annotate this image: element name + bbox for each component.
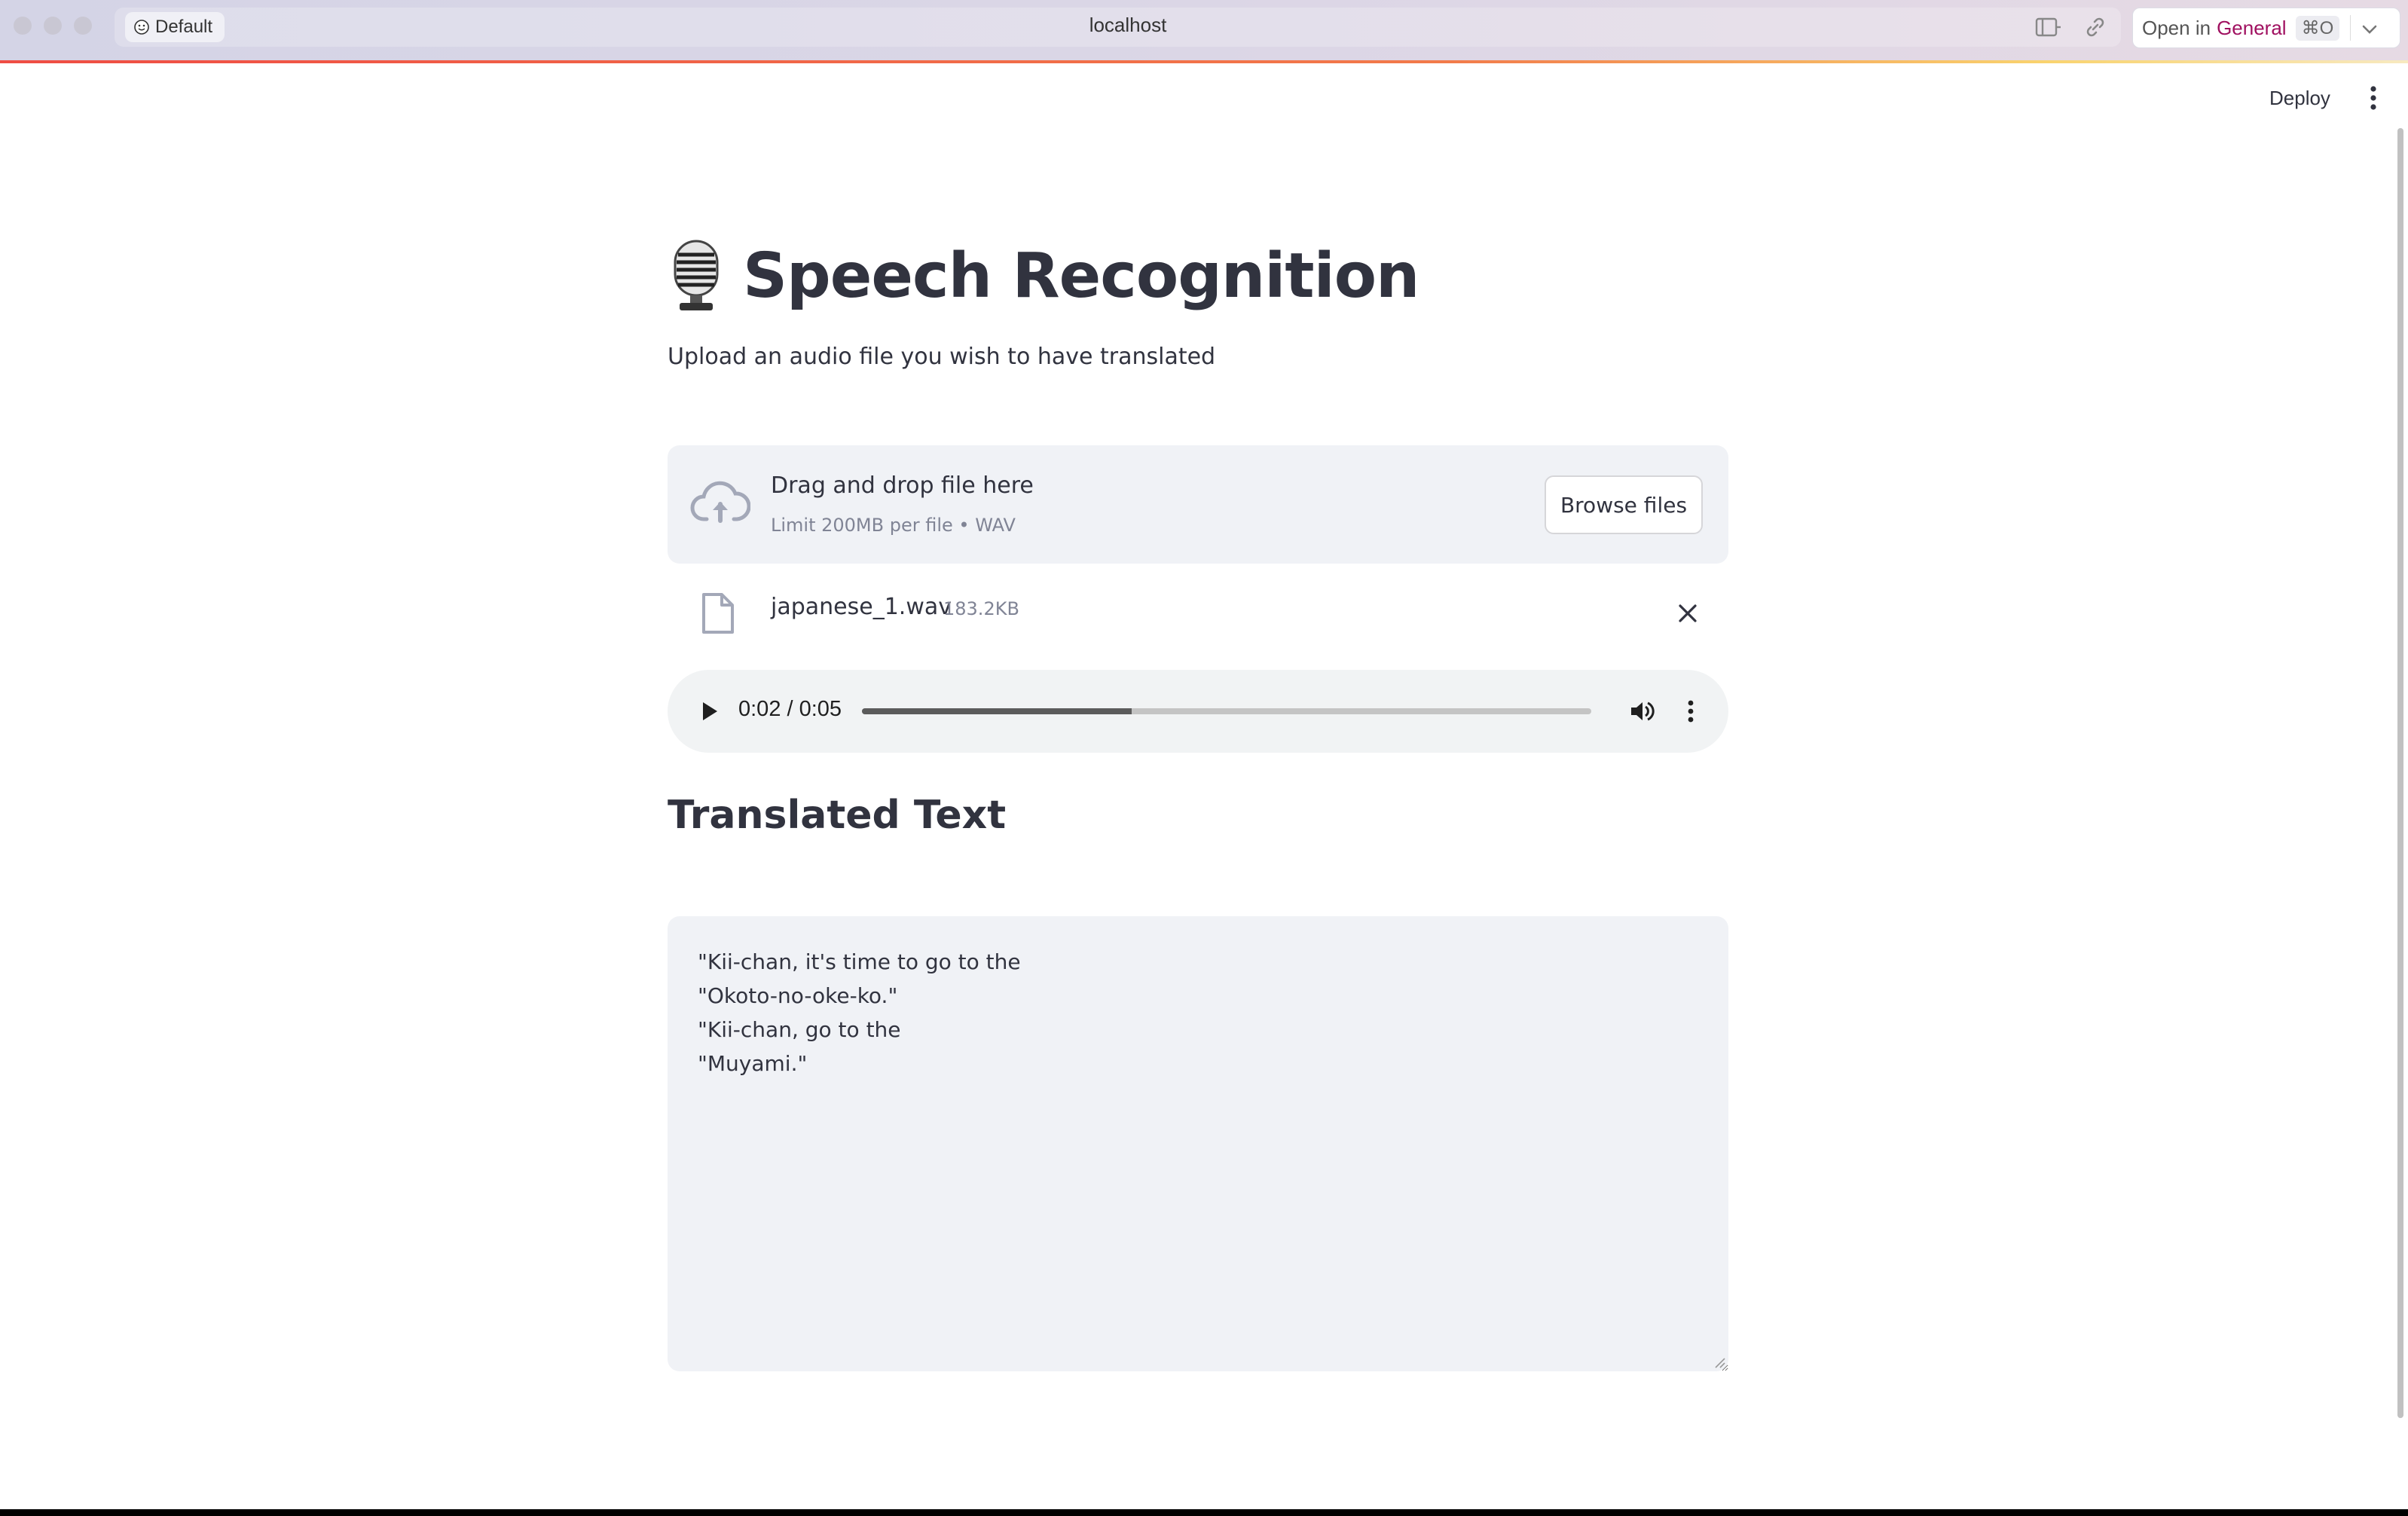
profile-label: Default bbox=[155, 17, 213, 37]
browser-window: Default localhost Open in General ⌘O Dep… bbox=[0, 0, 2408, 1509]
window-minimize-button[interactable] bbox=[44, 17, 62, 35]
translated-text-area[interactable]: "Kii-chan, it's time to go to the "Okoto… bbox=[668, 916, 1728, 1371]
audio-more-options-icon[interactable] bbox=[1677, 696, 1704, 726]
page-scrollbar[interactable] bbox=[2397, 128, 2403, 1418]
file-dropzone[interactable]: Drag and drop file here Limit 200MB per … bbox=[668, 445, 1728, 564]
browse-files-button[interactable]: Browse files bbox=[1545, 475, 1703, 534]
main-menu-icon[interactable] bbox=[2361, 84, 2385, 112]
resize-grip-icon[interactable] bbox=[1712, 1355, 1725, 1368]
file-icon bbox=[702, 593, 734, 634]
cloud-upload-icon bbox=[690, 481, 750, 523]
address-bar-url[interactable]: localhost bbox=[1055, 14, 1201, 37]
window-close-button[interactable] bbox=[14, 17, 32, 35]
tab-toggle-icon[interactable] bbox=[2034, 13, 2063, 41]
open-in-target: General bbox=[2217, 16, 2287, 39]
audio-progress-slider[interactable] bbox=[862, 708, 1591, 714]
profile-face-icon bbox=[134, 20, 149, 35]
microphone-icon bbox=[674, 240, 719, 310]
page-title: Speech Recognition bbox=[668, 231, 1419, 321]
translated-text-heading: Translated Text bbox=[668, 793, 1007, 838]
uploaded-file-name: japanese_1.wav bbox=[771, 594, 952, 620]
dropzone-limit: Limit 200MB per file • WAV bbox=[771, 515, 1016, 536]
deploy-button[interactable]: Deploy bbox=[2260, 83, 2339, 113]
window-zoom-button[interactable] bbox=[74, 17, 92, 35]
profile-switcher[interactable]: Default bbox=[125, 12, 225, 42]
chevron-down-icon[interactable] bbox=[2361, 17, 2378, 40]
uploaded-file-row: japanese_1.wav 183.2KB bbox=[668, 580, 1728, 640]
open-in-divider bbox=[2350, 15, 2351, 41]
audio-progress-fill bbox=[862, 708, 1132, 714]
dropzone-instruction: Drag and drop file here bbox=[771, 472, 1034, 499]
browser-titlebar: Default localhost Open in General ⌘O bbox=[0, 0, 2408, 60]
volume-icon[interactable] bbox=[1627, 696, 1658, 726]
open-in-label: Open in bbox=[2142, 16, 2211, 39]
play-icon[interactable] bbox=[696, 697, 723, 726]
remove-file-icon[interactable] bbox=[1673, 598, 1703, 628]
copy-link-icon[interactable] bbox=[2081, 13, 2110, 41]
uploaded-file-size: 183.2KB bbox=[943, 598, 1019, 619]
page-title-text: Speech Recognition bbox=[743, 240, 1419, 312]
open-in-button[interactable]: Open in General ⌘O bbox=[2132, 8, 2400, 48]
app-loading-accent-bar bbox=[0, 60, 2408, 63]
audio-time-display: 0:02 / 0:05 bbox=[738, 697, 842, 721]
audio-player: 0:02 / 0:05 bbox=[668, 670, 1728, 753]
page-subtitle: Upload an audio file you wish to have tr… bbox=[668, 344, 1216, 370]
open-in-shortcut: ⌘O bbox=[2295, 15, 2340, 41]
